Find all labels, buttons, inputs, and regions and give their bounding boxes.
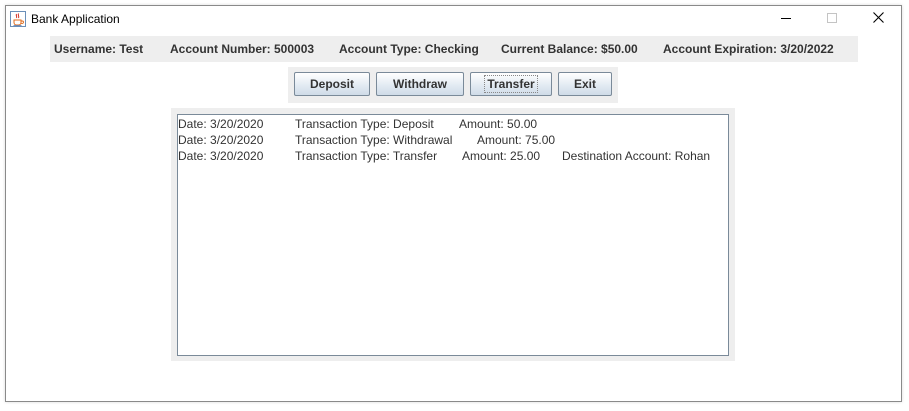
transaction-list-panel: Date: 3/20/2020 Transaction Type: Deposi… (171, 108, 735, 361)
minimize-button[interactable] (763, 6, 809, 32)
current-balance-label: Current Balance: $50.00 (501, 42, 638, 56)
java-cup-icon (10, 11, 26, 27)
deposit-button[interactable]: Deposit (294, 72, 370, 96)
transaction-amount: Amount: 50.00 (459, 117, 538, 131)
title-bar[interactable]: Bank Application (6, 6, 901, 32)
transaction-date: Date: 3/20/2020 (178, 117, 264, 131)
exit-button-label: Exit (573, 77, 596, 91)
account-expiration-label: Account Expiration: 3/20/2022 (663, 42, 834, 56)
transaction-date: Date: 3/20/2020 (178, 149, 264, 163)
list-item[interactable]: Date: 3/20/2020 Transaction Type: Transf… (178, 148, 728, 164)
maximize-icon (827, 10, 837, 28)
username-label: Username: Test (54, 42, 144, 56)
transfer-button[interactable]: Transfer (470, 72, 552, 96)
list-item[interactable]: Date: 3/20/2020 Transaction Type: Deposi… (178, 116, 728, 132)
transaction-destination: Destination Account: Rohan (562, 149, 711, 163)
close-button[interactable] (855, 6, 901, 32)
withdraw-button[interactable]: Withdraw (376, 72, 464, 96)
transaction-type: Transaction Type: Transfer (295, 149, 438, 163)
transaction-amount: Amount: 25.00 (462, 149, 541, 163)
transaction-list[interactable]: Date: 3/20/2020 Transaction Type: Deposi… (177, 114, 729, 356)
close-icon (872, 10, 884, 28)
transaction-amount: Amount: 75.00 (477, 133, 556, 147)
minimize-icon (781, 10, 791, 28)
transaction-date: Date: 3/20/2020 (178, 133, 264, 147)
account-number-label: Account Number: 500003 (170, 42, 315, 56)
account-info-bar: Username: Test Account Number: 500003 Ac… (50, 36, 858, 62)
deposit-button-label: Deposit (309, 77, 354, 91)
transaction-type: Transaction Type: Deposit (295, 117, 434, 131)
action-button-panel: Deposit Withdraw Transfer Exit (288, 67, 618, 103)
bank-application-window: Bank Application Username: Test Account … (5, 5, 902, 402)
transfer-button-label: Transfer (484, 75, 538, 93)
transaction-type: Transaction Type: Withdrawal (295, 133, 453, 147)
window-title: Bank Application (31, 12, 120, 26)
maximize-button[interactable] (809, 6, 855, 32)
account-type-label: Account Type: Checking (339, 42, 479, 56)
withdraw-button-label: Withdraw (393, 77, 447, 91)
list-item[interactable]: Date: 3/20/2020 Transaction Type: Withdr… (178, 132, 728, 148)
exit-button[interactable]: Exit (558, 72, 612, 96)
